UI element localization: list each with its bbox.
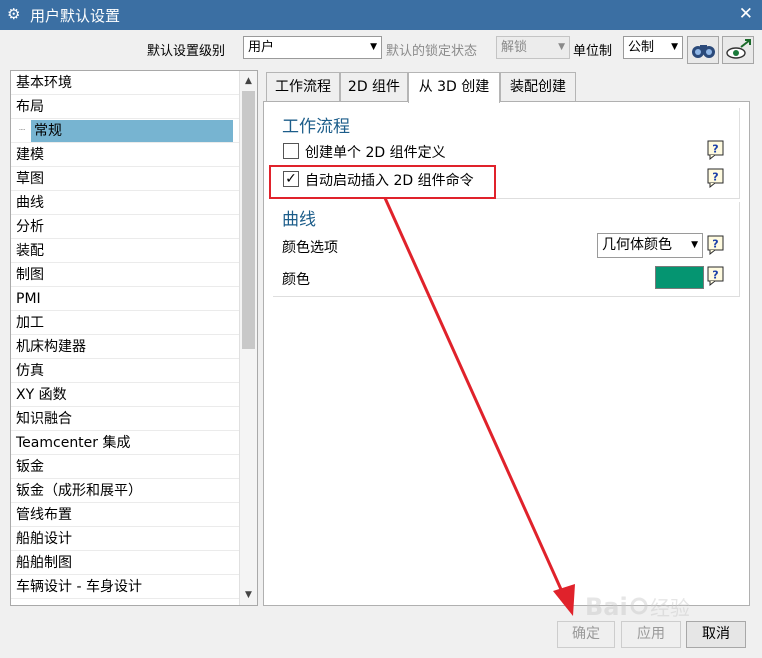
annotation-arrow — [383, 197, 575, 616]
tab-create-from-3d[interactable]: 从 3D 创建 — [408, 72, 500, 103]
